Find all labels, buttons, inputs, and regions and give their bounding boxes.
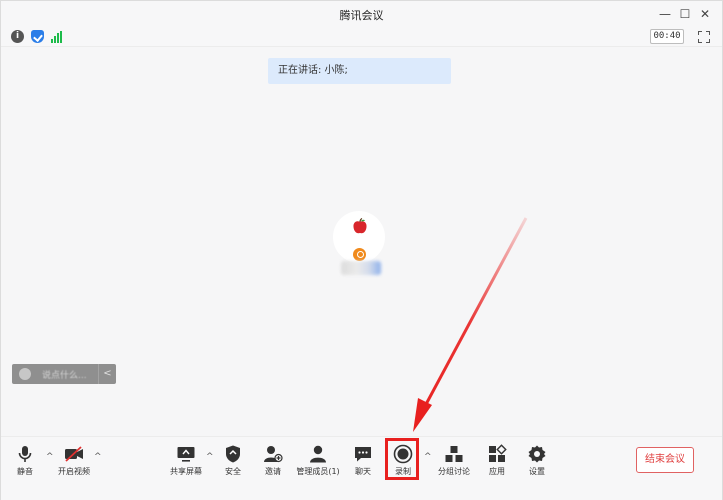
minimize-icon[interactable]: — (656, 5, 674, 23)
mute-label: 静音 (17, 467, 33, 476)
share-screen-button[interactable]: 共享屏幕 (169, 444, 203, 484)
members-icon (308, 444, 328, 464)
video-options-caret[interactable]: ^ (94, 452, 102, 462)
end-meeting-button[interactable]: 结束会议 (636, 447, 694, 473)
fullscreen-icon[interactable] (698, 31, 710, 43)
info-icon[interactable]: i (11, 30, 24, 43)
close-icon[interactable]: ✕ (696, 5, 714, 23)
apple-icon (351, 217, 369, 236)
breakout-icon (444, 444, 464, 464)
bottom-toolbar: 静音 ^ 开启视频 ^ 共享屏幕 ^ 安全 邀请 管理成员(1) 聊天 录制 ^… (1, 436, 722, 500)
host-badge-icon (353, 248, 366, 261)
share-label: 共享屏幕 (170, 467, 202, 476)
invite-button[interactable]: 邀请 (261, 444, 285, 484)
apps-button[interactable]: 应用 (485, 444, 509, 484)
start-video-button[interactable]: 开启视频 (57, 444, 91, 484)
video-label: 开启视频 (58, 467, 90, 476)
breakout-label: 分组讨论 (438, 467, 470, 476)
manage-members-button[interactable]: 管理成员(1) (296, 444, 340, 484)
collapse-chat-icon[interactable]: < (98, 364, 116, 384)
chat-placeholder[interactable]: 说点什么... (42, 368, 87, 381)
security-label: 安全 (225, 467, 241, 476)
chat-label: 聊天 (355, 467, 371, 476)
record-options-caret[interactable]: ^ (424, 452, 432, 462)
quick-chat-box[interactable]: 说点什么... < (12, 364, 116, 384)
meeting-window: 腾讯会议 — ☐ ✕ i 00:40 正在讲话: 小陈; 说点什么... < 静… (0, 0, 723, 500)
title-bar: 腾讯会议 — ☐ ✕ (1, 1, 722, 27)
speaking-indicator: 正在讲话: 小陈; (268, 58, 451, 84)
mute-button[interactable]: 静音 (11, 444, 39, 484)
security-button[interactable]: 安全 (221, 444, 245, 484)
chat-icon (353, 444, 373, 464)
members-label: 管理成员(1) (296, 467, 340, 476)
meeting-stage: 正在讲话: 小陈; 说点什么... < (1, 48, 722, 436)
window-title: 腾讯会议 (339, 9, 384, 22)
add-user-icon (263, 444, 283, 464)
microphone-icon (15, 444, 35, 464)
record-highlight-box (385, 438, 419, 480)
settings-label: 设置 (529, 467, 545, 476)
audio-options-caret[interactable]: ^ (46, 452, 54, 462)
share-options-caret[interactable]: ^ (206, 452, 214, 462)
apps-icon (487, 444, 507, 464)
share-screen-icon (176, 444, 196, 464)
gear-icon (527, 444, 547, 464)
maximize-icon[interactable]: ☐ (676, 5, 694, 23)
settings-button[interactable]: 设置 (525, 444, 549, 484)
chat-button[interactable]: 聊天 (351, 444, 375, 484)
breakout-rooms-button[interactable]: 分组讨论 (437, 444, 471, 484)
participant-name-blurred (341, 261, 381, 275)
signal-icon[interactable] (51, 31, 63, 43)
shield-icon[interactable] (31, 30, 44, 43)
meeting-timer: 00:40 (650, 29, 684, 44)
security-shield-icon (223, 444, 243, 464)
apps-label: 应用 (489, 467, 505, 476)
invite-label: 邀请 (265, 467, 281, 476)
emoji-icon[interactable] (19, 368, 31, 380)
video-off-icon (64, 444, 84, 464)
status-bar: i 00:40 (1, 27, 722, 47)
